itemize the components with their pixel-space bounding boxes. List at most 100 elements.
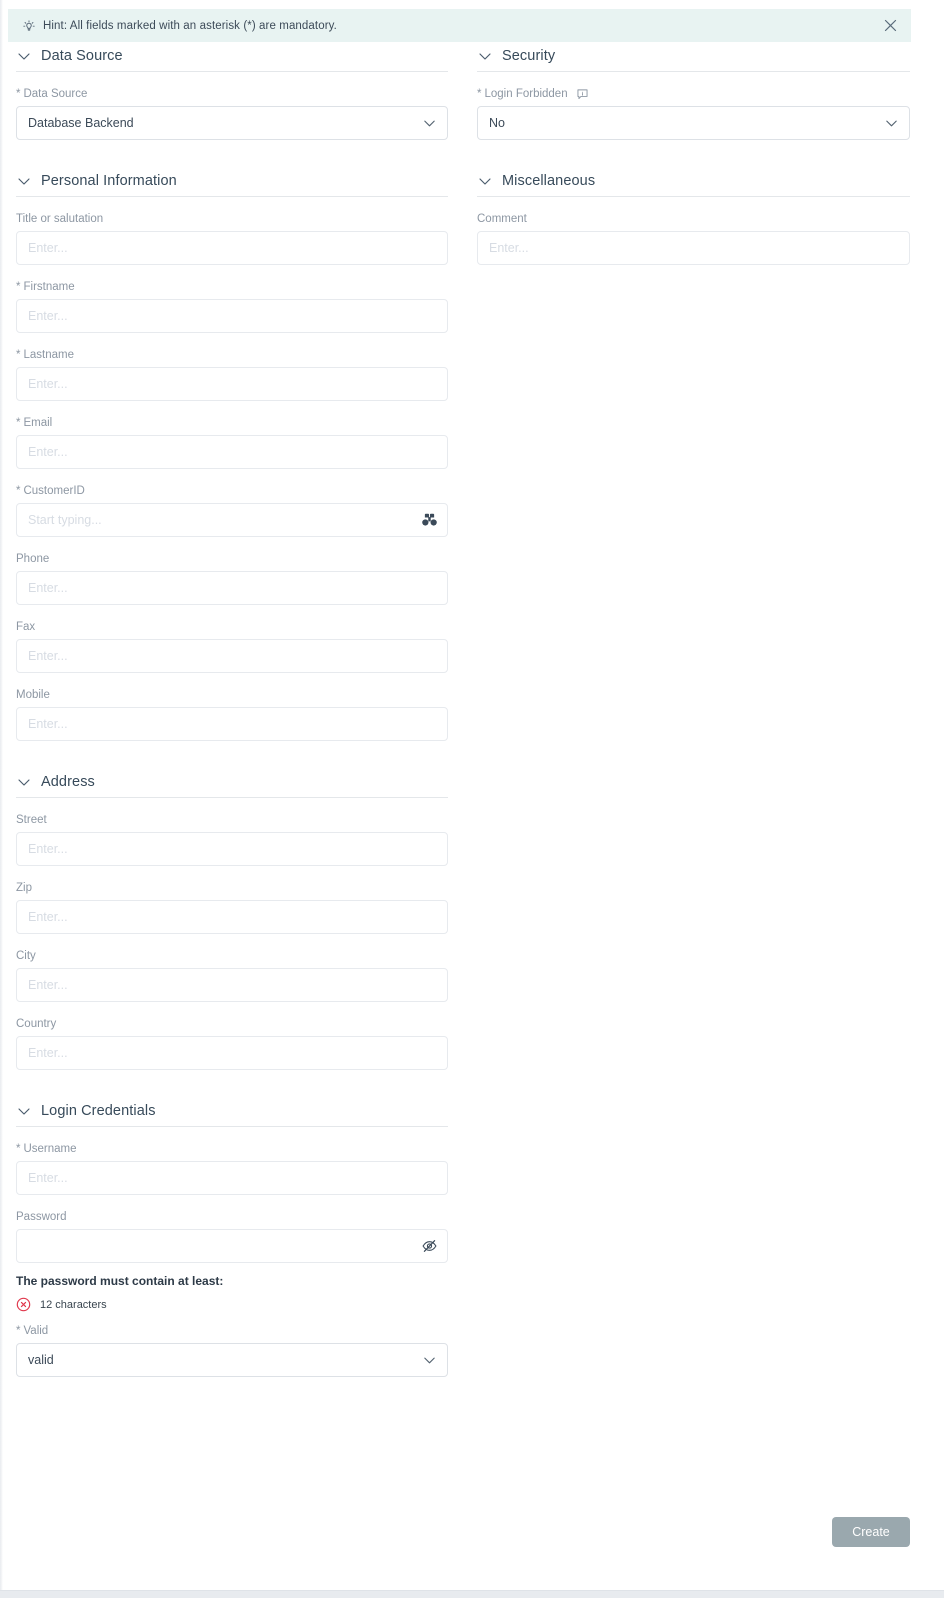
section-title: Personal Information	[41, 172, 177, 189]
info-bubble-icon[interactable]	[576, 88, 589, 101]
hint-text: Hint: All fields marked with an asterisk…	[43, 19, 337, 32]
section-header[interactable]: Miscellaneous	[477, 167, 910, 197]
field-label: * Lastname	[16, 348, 448, 362]
chevron-down-icon[interactable]	[477, 48, 493, 64]
title-or-salutation-input[interactable]: Enter...	[16, 231, 448, 265]
password-rule-item: 12 characters	[16, 1297, 448, 1312]
select-value: No	[489, 116, 505, 130]
login-forbidden-select[interactable]: No	[477, 106, 910, 140]
input-placeholder: Enter...	[28, 581, 68, 595]
form-section: Login Credentials * Username Enter... Passwo…	[16, 1097, 448, 1263]
country-input[interactable]: Enter...	[16, 1036, 448, 1070]
field-label-text: Firstname	[23, 281, 75, 293]
chevron-down-icon[interactable]	[16, 48, 32, 64]
hint-banner: Hint: All fields marked with an asterisk…	[8, 9, 911, 42]
section-header[interactable]: Address	[16, 768, 448, 798]
field-label: Fax	[16, 620, 448, 634]
field-label-text: Street	[16, 814, 47, 826]
field-label: Street	[16, 813, 448, 827]
section-header[interactable]: Data Source	[16, 42, 448, 72]
lastname-input[interactable]: Enter...	[16, 367, 448, 401]
chevron-down-icon[interactable]	[16, 1103, 32, 1119]
section-title: Miscellaneous	[502, 172, 596, 189]
firstname-input[interactable]: Enter...	[16, 299, 448, 333]
form-section: Security * Login Forbidden No	[477, 42, 910, 140]
form-field: * Login Forbidden No	[477, 87, 910, 140]
close-icon[interactable]	[879, 15, 901, 37]
password-input[interactable]	[16, 1229, 448, 1263]
password-rules: The password must contain at least: 12 ch…	[16, 1274, 448, 1312]
right-column: Security * Login Forbidden No Miscellaneous C…	[477, 42, 910, 265]
input-placeholder: Enter...	[28, 1046, 68, 1060]
section-title: Address	[41, 773, 95, 790]
field-label-text: Username	[23, 1143, 77, 1155]
field-label-text: Fax	[16, 621, 36, 633]
section-header[interactable]: Personal Information	[16, 167, 448, 197]
input-placeholder: Start typing...	[28, 513, 102, 527]
required-asterisk: *	[16, 1143, 21, 1155]
field-label: Comment	[477, 212, 910, 226]
form-section: Data Source * Data Source Database Backend	[16, 42, 448, 140]
fax-input[interactable]: Enter...	[16, 639, 448, 673]
field-label: Country	[16, 1017, 448, 1031]
comment-input[interactable]: Enter...	[477, 231, 910, 265]
binoculars-icon[interactable]	[421, 512, 438, 529]
chevron-down-icon[interactable]	[884, 116, 899, 131]
city-input[interactable]: Enter...	[16, 968, 448, 1002]
section-header[interactable]: Login Credentials	[16, 1097, 448, 1127]
field-label: * Username	[16, 1142, 448, 1156]
required-asterisk: *	[16, 485, 21, 497]
page-bottom-edge	[0, 1590, 944, 1598]
required-asterisk: *	[477, 88, 482, 100]
x-circle-icon	[16, 1297, 31, 1312]
customer-id-input[interactable]: Start typing...	[16, 503, 448, 537]
page-left-edge	[0, 0, 3, 1598]
field-label: * Valid	[16, 1324, 448, 1338]
form-field: Comment Enter...	[477, 212, 910, 265]
field-label-text: Password	[16, 1211, 67, 1223]
field-label: Zip	[16, 881, 448, 895]
field-label-text: Mobile	[16, 689, 50, 701]
username-input[interactable]: Enter...	[16, 1161, 448, 1195]
form-field: * Valid valid	[16, 1324, 448, 1377]
chevron-down-icon[interactable]	[422, 1353, 437, 1368]
form-field: Title or salutation Enter...	[16, 212, 448, 265]
street-input[interactable]: Enter...	[16, 832, 448, 866]
field-label: Password	[16, 1210, 448, 1224]
create-button[interactable]: Create	[832, 1517, 910, 1547]
form-field: * Username Enter...	[16, 1142, 448, 1195]
form-field: Zip Enter...	[16, 881, 448, 934]
required-asterisk: *	[16, 281, 21, 293]
field-label: * Email	[16, 416, 448, 430]
field-label-text: Email	[23, 417, 53, 429]
section-title: Data Source	[41, 47, 123, 64]
mobile-input[interactable]: Enter...	[16, 707, 448, 741]
phone-input[interactable]: Enter...	[16, 571, 448, 605]
input-placeholder: Enter...	[28, 241, 68, 255]
form-field: * Data Source Database Backend	[16, 87, 448, 140]
field-label: Mobile	[16, 688, 448, 702]
select-value: Database Backend	[28, 116, 134, 130]
form-field: * Lastname Enter...	[16, 348, 448, 401]
select-value: valid	[28, 1353, 54, 1367]
chevron-down-icon[interactable]	[16, 173, 32, 189]
field-label: * Firstname	[16, 280, 448, 294]
chevron-down-icon[interactable]	[477, 173, 493, 189]
chevron-down-icon[interactable]	[16, 774, 32, 790]
valid-select[interactable]: valid	[16, 1343, 448, 1377]
form-field: * CustomerID Start typing...	[16, 484, 448, 537]
form-field: Phone Enter...	[16, 552, 448, 605]
section-header[interactable]: Security	[477, 42, 910, 72]
input-placeholder: Enter...	[28, 1171, 68, 1185]
data-source-select[interactable]: Database Backend	[16, 106, 448, 140]
eye-off-icon[interactable]	[421, 1238, 438, 1255]
field-label: * CustomerID	[16, 484, 448, 498]
zip-input[interactable]: Enter...	[16, 900, 448, 934]
field-label-text: Title or salutation	[16, 213, 104, 225]
lightbulb-icon	[22, 19, 36, 33]
field-label: Title or salutation	[16, 212, 448, 226]
field-label-text: Zip	[16, 882, 32, 894]
field-label-text: Login Forbidden	[484, 88, 568, 100]
email-input[interactable]: Enter...	[16, 435, 448, 469]
chevron-down-icon[interactable]	[422, 116, 437, 131]
